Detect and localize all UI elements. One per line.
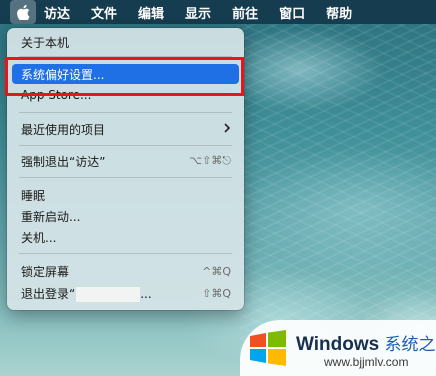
menu-item-label: 退出登录“ — [21, 286, 76, 301]
menu-item-lock-screen[interactable]: 锁定屏幕 ^⌘Q — [12, 261, 239, 281]
menu-item-label: 重新启动... — [21, 209, 81, 224]
chevron-right-icon — [223, 122, 231, 137]
menu-edit[interactable]: 编辑 — [138, 3, 164, 22]
menu-item-label: 关于本机 — [21, 35, 70, 50]
menu-item-label: 关机... — [21, 230, 57, 245]
apple-logo-icon — [16, 4, 29, 20]
menu-go[interactable]: 前往 — [232, 3, 258, 22]
shortcut-label: ⌥⇧⌘⎋ — [189, 154, 231, 167]
menu-window[interactable]: 窗口 — [279, 3, 305, 22]
menu-separator — [19, 253, 232, 254]
menu-separator — [19, 145, 232, 146]
redacted-username — [76, 286, 141, 302]
watermark-brand: Windows — [296, 334, 380, 355]
menu-file[interactable]: 文件 — [91, 3, 117, 22]
menu-item-label-wrap: 退出登录“... — [21, 285, 202, 302]
menu-item-about-this-mac[interactable]: 关于本机 — [12, 32, 239, 52]
menu-item-log-out[interactable]: 退出登录“... ⇧⌘Q — [12, 283, 239, 303]
menu-item-sleep[interactable]: 睡眠 — [12, 185, 239, 205]
menu-item-recent-items[interactable]: 最近使用的项目 — [12, 119, 239, 139]
watermark-brand-cn: 系统之家 — [384, 335, 436, 354]
shortcut-label: ^⌘Q — [202, 264, 231, 278]
menu-item-restart[interactable]: 重新启动... — [12, 206, 239, 226]
annotation-highlight-box — [5, 57, 244, 96]
watermark-url: www.bjjmlv.com — [324, 355, 409, 369]
menu-item-force-quit[interactable]: 强制退出“访达” ⌥⇧⌘⎋ — [12, 151, 239, 171]
menu-item-label-end: ... — [140, 286, 152, 301]
windows-logo-icon — [250, 330, 286, 366]
shortcut-label: ⇧⌘Q — [202, 286, 231, 300]
menu-item-label: 睡眠 — [21, 188, 46, 203]
menu-item-shut-down[interactable]: 关机... — [12, 227, 239, 247]
menu-separator — [19, 112, 232, 113]
menu-item-label: 强制退出“访达” — [21, 154, 106, 169]
menu-help[interactable]: 帮助 — [326, 3, 352, 22]
apple-menu-button[interactable] — [10, 0, 36, 24]
menu-separator — [19, 177, 232, 178]
menu-view[interactable]: 显示 — [185, 3, 211, 22]
menu-finder[interactable]: 访达 — [44, 3, 70, 22]
menu-item-label: 最近使用的项目 — [21, 122, 106, 137]
watermark-title: Windows 系统之家 — [296, 330, 436, 356]
menu-bar: 访达 文件 编辑 显示 前往 窗口 帮助 — [0, 0, 436, 24]
menu-item-label: 锁定屏幕 — [21, 264, 70, 279]
